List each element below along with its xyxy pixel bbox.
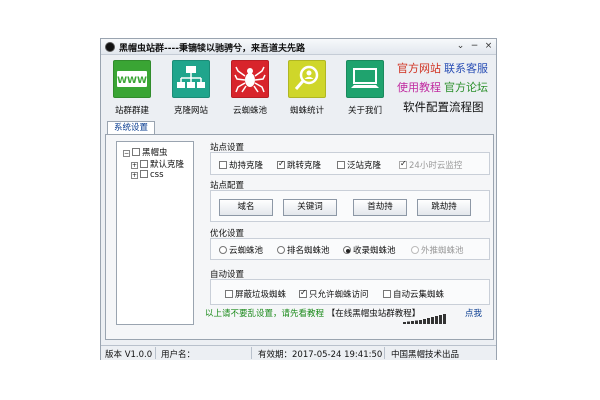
close-button[interactable]: ×	[482, 40, 495, 53]
toolbar-label: 克隆网站	[173, 106, 208, 116]
tree-node-default-clone[interactable]: + 默认克隆	[131, 158, 184, 170]
status-divider	[251, 347, 252, 359]
site-tree: − 黑帽虫 + 默认克隆 + css	[116, 141, 194, 325]
tab-row: 系统设置	[105, 121, 493, 135]
toolbar-item-about-us[interactable]: 关于我们	[339, 60, 389, 118]
status-divider	[384, 347, 385, 359]
www-icon: WWW	[113, 60, 151, 98]
tree-node-checkbox[interactable]	[140, 170, 148, 178]
status-bar: 版本 V1.0.0 用户名： 有效期：2017-05-24 19:41:50 中…	[101, 345, 496, 360]
toolbar-item-spider-stats[interactable]: 蜘蛛统计	[281, 60, 331, 118]
option-label: 云蜘蛛池	[229, 246, 264, 256]
minimize-button[interactable]: −	[468, 40, 481, 53]
checkbox[interactable]	[383, 290, 391, 298]
checkbox[interactable]	[225, 290, 233, 298]
monitor-icon	[346, 60, 384, 98]
auto-settings-box: 屏蔽垃圾蜘蛛 只允许蜘蛛访问 自动云集蜘蛛	[210, 279, 490, 305]
tree-root[interactable]: − 黑帽虫	[123, 146, 168, 158]
toolbar-label: 蜘蛛统计	[289, 106, 324, 116]
checkbox[interactable]	[219, 161, 227, 169]
toolbar-item-site-build[interactable]: WWW 站群群建	[106, 60, 156, 118]
expiry-text: 有效期：2017-05-24 19:41:50	[258, 350, 383, 360]
redirect-hijack-button[interactable]: 跳劫持	[417, 199, 471, 216]
toolbar-item-clone-site[interactable]: 克隆网站	[165, 60, 215, 118]
optimize-settings-box: 云蜘蛛池 排名蜘蛛池 收录蜘蛛池 外推蜘蛛池	[210, 238, 490, 260]
option-label: 跳转克隆	[287, 161, 322, 171]
title-bar: 黑帽虫站群----秉镝犊以驰骋兮，来吾道夫先路 ⌄ − ×	[101, 39, 496, 55]
spider-icon	[231, 60, 269, 98]
toolbar: WWW 站群群建 克隆网站 云蜘蛛池 蜘蛛统计 关于我们 官方网站 联系客服 使…	[101, 56, 496, 120]
option-label: 收录蜘蛛池	[353, 246, 396, 256]
toolbar-label: 云蜘蛛池	[232, 106, 267, 116]
search-person-icon	[288, 60, 326, 98]
option-label: 排名蜘蛛池	[287, 246, 330, 256]
checkbox[interactable]	[337, 161, 345, 169]
option-pan-site-clone[interactable]: 泛站克隆	[337, 159, 381, 171]
option-only-allow-spiders[interactable]: 只允许蜘蛛访问	[299, 288, 369, 300]
option-redirect-clone[interactable]: 跳转克隆	[277, 159, 321, 171]
option-label: 外推蜘蛛池	[421, 246, 464, 256]
first-hijack-button[interactable]: 首劫持	[353, 199, 407, 216]
tree-node-css[interactable]: + css	[131, 170, 164, 180]
radio-selected[interactable]	[343, 246, 351, 254]
app-logo-icon	[105, 42, 115, 52]
option-label: 只允许蜘蛛访问	[309, 290, 369, 300]
radio[interactable]	[219, 246, 227, 254]
option-label: 劫持克隆	[229, 161, 264, 171]
window-title: 黑帽虫站群----秉镝犊以驰骋兮，来吾道夫先路	[119, 44, 305, 54]
toolbar-label: 关于我们	[347, 106, 382, 116]
expand-icon[interactable]: +	[131, 162, 138, 169]
version-text: 版本 V1.0.0	[105, 350, 153, 360]
sitemap-icon	[172, 60, 210, 98]
tab-system-settings[interactable]: 系统设置	[107, 121, 156, 135]
option-label: 泛站克隆	[347, 161, 382, 171]
option-auto-gather-spiders[interactable]: 自动云集蜘蛛	[383, 288, 444, 300]
status-divider	[155, 347, 156, 359]
checkbox-checked-disabled	[399, 159, 407, 169]
expand-icon[interactable]: +	[131, 172, 138, 179]
app-window: 黑帽虫站群----秉镝犊以驰骋兮，来吾道夫先路 ⌄ − × WWW 站群群建 克…	[100, 38, 497, 360]
tree-root-label: 黑帽虫	[142, 148, 168, 158]
option-label: 自动云集蜘蛛	[393, 290, 445, 300]
config-flowchart-link[interactable]: 软件配置流程图	[403, 99, 484, 115]
keywords-button[interactable]: 关键词	[283, 199, 337, 216]
option-block-junk-spiders[interactable]: 屏蔽垃圾蜘蛛	[225, 288, 286, 300]
radio-indexing-spider-pool[interactable]: 收录蜘蛛池	[343, 244, 396, 256]
radio-cloud-spider-pool[interactable]: 云蜘蛛池	[219, 244, 263, 256]
username-text: 用户名：	[161, 350, 196, 360]
radio-ranking-spider-pool[interactable]: 排名蜘蛛池	[277, 244, 330, 256]
radio-external-spider-pool: 外推蜘蛛池	[411, 244, 464, 256]
toolbar-label: 站群群建	[114, 106, 149, 116]
notice-text: 以上请不要乱设置，请先看教程	[205, 309, 325, 319]
dropdown-button[interactable]: ⌄	[454, 40, 467, 53]
option-hijack-clone[interactable]: 劫持克隆	[219, 159, 263, 171]
toolbar-item-cloud-spider-pool[interactable]: 云蜘蛛池	[224, 60, 274, 118]
signal-bars-icon	[403, 314, 446, 324]
tree-node-checkbox[interactable]	[140, 160, 148, 168]
tree-root-checkbox[interactable]	[132, 148, 140, 156]
domain-button[interactable]: 域名	[219, 199, 273, 216]
tree-node-label: css	[150, 170, 164, 180]
notice-bar: 以上请不要乱设置，请先看教程 【在线黑帽虫站群教程】	[205, 307, 420, 319]
company-text: 中国黑帽技术出品	[391, 350, 460, 360]
site-settings-box: 劫持克隆 跳转克隆 泛站克隆 24小时云监控	[210, 152, 490, 175]
tutorial-link[interactable]: 使用教程	[397, 79, 441, 95]
checkbox-checked[interactable]	[299, 288, 307, 298]
checkbox-checked[interactable]	[277, 159, 285, 169]
svg-text:WWW: WWW	[117, 76, 147, 86]
click-me-link[interactable]: 点我	[465, 307, 482, 319]
option-label: 屏蔽垃圾蜘蛛	[235, 290, 287, 300]
site-config-box: 域名 关键词 首劫持 跳劫持	[210, 190, 490, 222]
tree-node-label: 默认克隆	[150, 160, 185, 170]
option-label: 24小时云监控	[409, 161, 463, 171]
radio-disabled	[411, 246, 419, 254]
option-24h-cloud-monitor: 24小时云监控	[399, 159, 462, 171]
official-site-link[interactable]: 官方网站	[397, 60, 441, 76]
collapse-icon[interactable]: −	[123, 150, 130, 157]
forum-link[interactable]: 官方论坛	[444, 79, 488, 95]
radio[interactable]	[277, 246, 285, 254]
customer-service-link[interactable]: 联系客服	[444, 60, 488, 76]
